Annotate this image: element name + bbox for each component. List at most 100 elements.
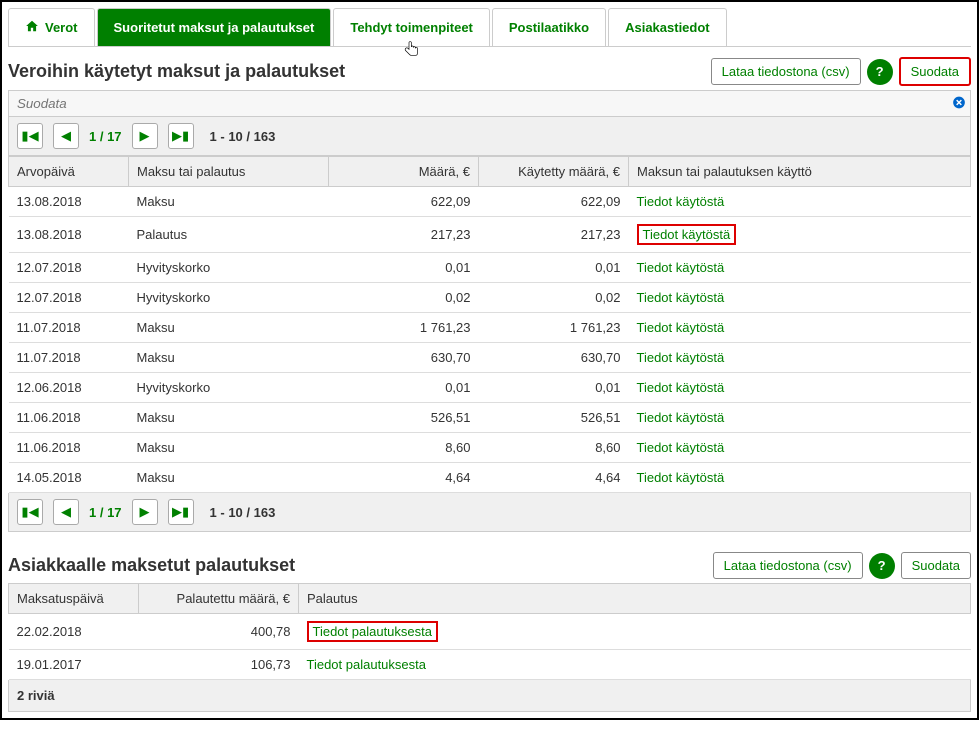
cell-used: 4,64 <box>479 463 629 493</box>
cell-type: Maksu <box>129 343 329 373</box>
cell-link: Tiedot käytöstä <box>629 433 971 463</box>
cell-date: 12.07.2018 <box>9 253 129 283</box>
col-kaytetty[interactable]: Käytetty määrä, € <box>479 157 629 187</box>
cell-date: 14.05.2018 <box>9 463 129 493</box>
details-link[interactable]: Tiedot käytöstä <box>637 320 725 335</box>
filter-button[interactable]: Suodata <box>899 57 971 86</box>
count-info: 1 - 10 / 163 <box>210 129 276 144</box>
tab-asiakastiedot[interactable]: Asiakastiedot <box>608 8 727 46</box>
details-link[interactable]: Tiedot käytöstä <box>637 470 725 485</box>
prev-page-button[interactable]: ◀ <box>53 123 79 149</box>
cell-date: 11.07.2018 <box>9 343 129 373</box>
help-button[interactable]: ? <box>867 59 893 85</box>
cell-link: Tiedot käytöstä <box>629 343 971 373</box>
last-page-button[interactable]: ▶▮ <box>168 499 194 525</box>
first-page-button[interactable]: ▮◀ <box>17 123 43 149</box>
cell-amount: 1 761,23 <box>329 313 479 343</box>
cell-type: Hyvityskorko <box>129 373 329 403</box>
details-link[interactable]: Tiedot käytöstä <box>637 227 737 242</box>
table-row: 11.07.2018Maksu630,70630,70Tiedot käytös… <box>9 343 971 373</box>
help-button[interactable]: ? <box>869 553 895 579</box>
cell-amount: 4,64 <box>329 463 479 493</box>
pager-top: ▮◀ ◀ 1 / 17 ▶ ▶▮ 1 - 10 / 163 <box>8 117 971 156</box>
details-link[interactable]: Tiedot käytöstä <box>637 350 725 365</box>
cell-used: 1 761,23 <box>479 313 629 343</box>
pager-bottom: ▮◀ ◀ 1 / 17 ▶ ▶▮ 1 - 10 / 163 <box>8 493 971 532</box>
cell-link: Tiedot käytöstä <box>629 283 971 313</box>
tab-suoritetut[interactable]: Suoritetut maksut ja palautukset <box>97 8 332 46</box>
cell-date: 11.06.2018 <box>9 433 129 463</box>
tab-postilaatikko[interactable]: Postilaatikko <box>492 8 606 46</box>
page-info: 1 / 17 <box>89 129 122 144</box>
table-row: 12.07.2018Hyvityskorko0,020,02Tiedot käy… <box>9 283 971 313</box>
col-palautettu[interactable]: Palautettu määrä, € <box>139 584 299 614</box>
col-arvopaiva[interactable]: Arvopäivä <box>9 157 129 187</box>
cell-amount: 526,51 <box>329 403 479 433</box>
filter-button[interactable]: Suodata <box>901 552 971 579</box>
col-maksu[interactable]: Maksu tai palautus <box>129 157 329 187</box>
col-maara[interactable]: Määrä, € <box>329 157 479 187</box>
table-row: 22.02.2018400,78Tiedot palautuksesta <box>9 614 971 650</box>
col-maksatuspaiva[interactable]: Maksatuspäivä <box>9 584 139 614</box>
table-row: 12.06.2018Hyvityskorko0,010,01Tiedot käy… <box>9 373 971 403</box>
table-row: 14.05.2018Maksu4,644,64Tiedot käytöstä <box>9 463 971 493</box>
clear-icon[interactable] <box>952 95 966 112</box>
tab-label: Asiakastiedot <box>625 20 710 35</box>
cell-amount: 622,09 <box>329 187 479 217</box>
tab-label: Verot <box>45 20 78 35</box>
cell-used: 8,60 <box>479 433 629 463</box>
details-link[interactable]: Tiedot palautuksesta <box>307 624 438 639</box>
cell-link: Tiedot käytöstä <box>629 187 971 217</box>
next-page-button[interactable]: ▶ <box>132 123 158 149</box>
cell-date: 12.07.2018 <box>9 283 129 313</box>
cell-used: 630,70 <box>479 343 629 373</box>
col-palautus[interactable]: Palautus <box>299 584 971 614</box>
cell-link: Tiedot käytöstä <box>629 313 971 343</box>
details-link[interactable]: Tiedot palautuksesta <box>307 657 426 672</box>
cell-link: Tiedot käytöstä <box>629 463 971 493</box>
cell-link: Tiedot palautuksesta <box>299 650 971 680</box>
download-csv-button[interactable]: Lataa tiedostona (csv) <box>713 552 863 579</box>
next-page-button[interactable]: ▶ <box>132 499 158 525</box>
cell-type: Palautus <box>129 217 329 253</box>
cell-date: 13.08.2018 <box>9 217 129 253</box>
cell-used: 622,09 <box>479 187 629 217</box>
cell-date: 13.08.2018 <box>9 187 129 217</box>
cell-link: Tiedot palautuksesta <box>299 614 971 650</box>
cell-date: 22.02.2018 <box>9 614 139 650</box>
details-link[interactable]: Tiedot käytöstä <box>637 380 725 395</box>
tab-verot[interactable]: Verot <box>8 8 95 46</box>
download-csv-button[interactable]: Lataa tiedostona (csv) <box>711 58 861 85</box>
cell-used: 217,23 <box>479 217 629 253</box>
tab-label: Postilaatikko <box>509 20 589 35</box>
cell-amount: 106,73 <box>139 650 299 680</box>
cell-date: 11.06.2018 <box>9 403 129 433</box>
cell-link: Tiedot käytöstä <box>629 253 971 283</box>
cell-type: Hyvityskorko <box>129 253 329 283</box>
details-link[interactable]: Tiedot käytöstä <box>637 290 725 305</box>
cell-type: Maksu <box>129 403 329 433</box>
cell-used: 0,02 <box>479 283 629 313</box>
cell-amount: 0,02 <box>329 283 479 313</box>
table-row: 11.06.2018Maksu526,51526,51Tiedot käytös… <box>9 403 971 433</box>
details-link[interactable]: Tiedot käytöstä <box>637 260 725 275</box>
table-row: 12.07.2018Hyvityskorko0,010,01Tiedot käy… <box>9 253 971 283</box>
cell-type: Hyvityskorko <box>129 283 329 313</box>
details-link[interactable]: Tiedot käytöstä <box>637 440 725 455</box>
cell-type: Maksu <box>129 187 329 217</box>
last-page-button[interactable]: ▶▮ <box>168 123 194 149</box>
filter-input[interactable] <box>9 91 970 116</box>
table-row: 13.08.2018Maksu622,09622,09Tiedot käytös… <box>9 187 971 217</box>
col-kaytto[interactable]: Maksun tai palautuksen käyttö <box>629 157 971 187</box>
cell-date: 11.07.2018 <box>9 313 129 343</box>
tab-tehdyt[interactable]: Tehdyt toimenpiteet <box>333 8 490 46</box>
prev-page-button[interactable]: ◀ <box>53 499 79 525</box>
payments-table: Arvopäivä Maksu tai palautus Määrä, € Kä… <box>8 156 971 493</box>
first-page-button[interactable]: ▮◀ <box>17 499 43 525</box>
details-link[interactable]: Tiedot käytöstä <box>637 410 725 425</box>
cell-amount: 630,70 <box>329 343 479 373</box>
tab-label: Tehdyt toimenpiteet <box>350 20 473 35</box>
details-link[interactable]: Tiedot käytöstä <box>637 194 725 209</box>
home-icon <box>25 19 39 36</box>
cell-type: Maksu <box>129 313 329 343</box>
